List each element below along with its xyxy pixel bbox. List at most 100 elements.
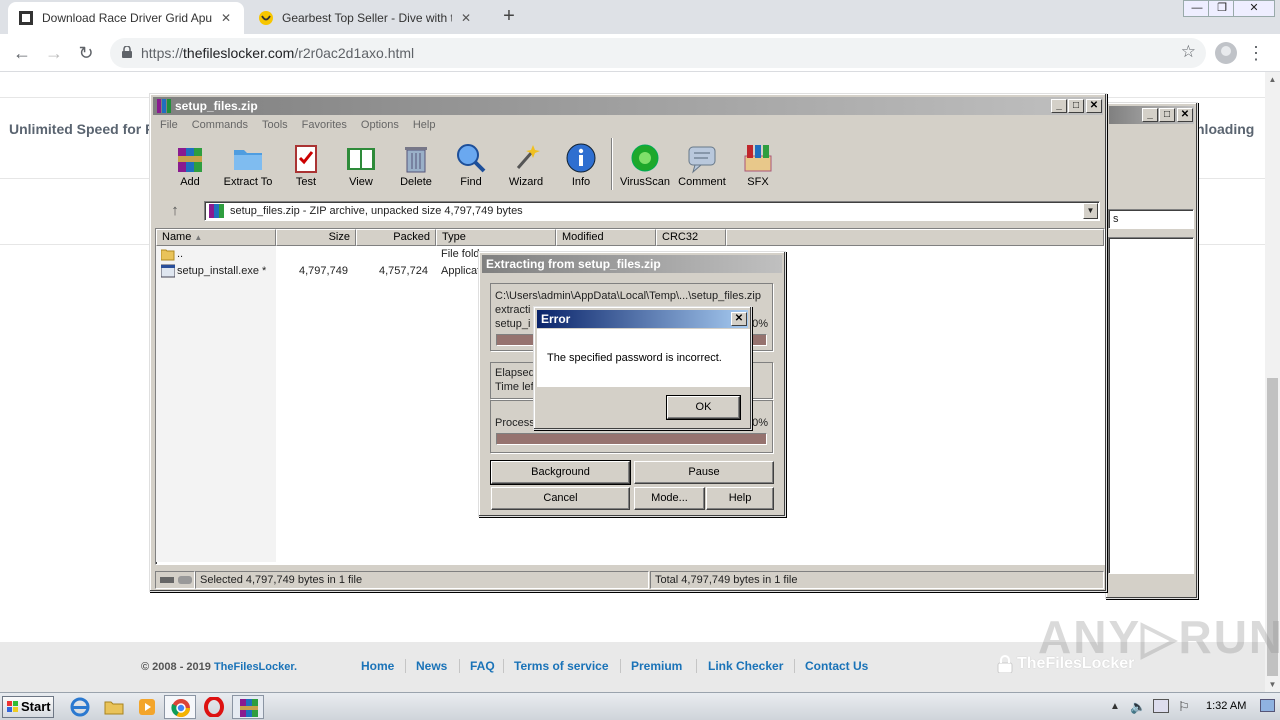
tool-sfx-button[interactable]: SFX [729, 136, 787, 188]
error-message: The specified password is incorrect. [547, 352, 722, 364]
forward-arrow-icon[interactable]: → [41, 40, 67, 66]
bg-maximize-icon[interactable]: □ [1159, 108, 1175, 122]
show-desktop-icon[interactable] [1260, 699, 1275, 712]
footer-link-contact[interactable]: Contact Us [805, 659, 868, 673]
taskbar-clock[interactable]: 1:32 AM [1206, 700, 1246, 712]
action-center-flag-icon[interactable]: ⚐ [1178, 699, 1190, 715]
archive-path-text: setup_files.zip - ZIP archive, unpacked … [230, 205, 523, 217]
windows-taskbar: Start ▲ 🔈 ⚐ 1:32 AM [0, 692, 1280, 720]
status-selected-text: Selected 4,797,749 bytes in 1 file [195, 571, 649, 589]
back-arrow-icon[interactable]: ← [9, 40, 35, 66]
error-dialog[interactable]: Error ✕ The specified password is incorr… [533, 306, 752, 430]
tool-comment-button[interactable]: Comment [673, 136, 731, 188]
tab-active[interactable]: Download Race Driver Grid Apun Ka ✕ [8, 2, 244, 34]
mode-button[interactable]: Mode... [634, 487, 705, 510]
tool-test-button[interactable]: Test [277, 136, 335, 188]
scroll-up-icon[interactable]: ▲ [1265, 72, 1280, 87]
address-bar[interactable]: https://thefileslocker.com/r2r0ac2d1axo.… [110, 38, 1206, 68]
error-close-icon[interactable]: ✕ [731, 312, 747, 326]
bg-close-icon[interactable]: ✕ [1177, 108, 1193, 122]
info-icon [566, 143, 596, 173]
winrar-maximize-icon[interactable]: □ [1068, 99, 1084, 113]
explorer-folder-icon[interactable] [104, 697, 124, 717]
menu-help[interactable]: Help [406, 116, 443, 134]
window-minimize-button[interactable]: — [1183, 0, 1211, 17]
pause-button[interactable]: Pause [634, 461, 774, 484]
window-restore-button[interactable]: ❐ [1208, 0, 1236, 17]
bg-combo-box[interactable]: s [1108, 209, 1194, 229]
tool-virusscan-button[interactable]: VirusScan [616, 136, 674, 188]
lock-logo-icon [997, 655, 1013, 673]
page-favicon-icon [19, 11, 33, 25]
menu-favorites[interactable]: Favorites [295, 116, 354, 134]
start-button[interactable]: Start [2, 696, 54, 718]
footer-link-faq[interactable]: FAQ [470, 659, 495, 673]
chrome-taskbar-button[interactable] [164, 695, 196, 719]
col-header-packed[interactable]: Packed [356, 229, 436, 246]
extract-archive-path: C:\Users\admin\AppData\Local\Temp\...\se… [495, 290, 761, 302]
trash-can-icon [405, 147, 427, 173]
reload-icon[interactable]: ↻ [73, 40, 99, 66]
magnifier-icon [457, 144, 486, 173]
col-header-modified[interactable]: Modified [556, 229, 656, 246]
col-header-name[interactable]: Name ▲ [156, 229, 276, 246]
network-icon[interactable] [1153, 699, 1169, 713]
tool-extract-button[interactable]: Extract To [219, 136, 277, 188]
col-header-size[interactable]: Size [276, 229, 356, 246]
col-header-type[interactable]: Type [436, 229, 556, 246]
tab-inactive[interactable]: Gearbest Top Seller - Dive with the C ✕ [248, 2, 484, 34]
menu-commands[interactable]: Commands [185, 116, 255, 134]
help-button[interactable]: Help [706, 487, 774, 510]
bg-minimize-icon[interactable]: _ [1142, 108, 1158, 122]
profile-avatar-icon[interactable] [1215, 42, 1237, 64]
gearbest-favicon-icon [259, 11, 273, 25]
footer-link-home[interactable]: Home [361, 659, 394, 673]
chrome-icon [171, 699, 190, 718]
footer-link-terms[interactable]: Terms of service [514, 659, 609, 673]
opera-icon[interactable] [204, 697, 224, 717]
media-player-icon[interactable] [137, 697, 157, 717]
new-tab-button[interactable]: + [498, 6, 520, 28]
tab-close-icon[interactable]: ✕ [458, 11, 474, 25]
parent-folder-icon [161, 249, 175, 261]
combo-dropdown-arrow-icon[interactable]: ▼ [1083, 203, 1098, 219]
background-button[interactable]: Background [490, 460, 631, 485]
extract-status-line: extracti [495, 304, 531, 316]
winrar-close-icon[interactable]: ✕ [1086, 99, 1102, 113]
tab-close-icon[interactable]: ✕ [218, 11, 234, 25]
tray-arrow-icon[interactable]: ▲ [1110, 701, 1120, 712]
extract-dialog-titlebar: Extracting from setup_files.zip [482, 255, 782, 273]
chrome-menu-icon[interactable]: ⋮ [1246, 42, 1266, 64]
ie-icon[interactable] [70, 697, 90, 717]
menu-options[interactable]: Options [354, 116, 406, 134]
tool-add-button[interactable]: Add [161, 136, 219, 188]
tool-view-button[interactable]: View [332, 136, 390, 188]
background-winrar-window[interactable]: _ □ ✕ s [1105, 102, 1198, 599]
drive-icons[interactable] [155, 571, 195, 589]
tool-delete-button[interactable]: Delete [387, 136, 445, 188]
tool-find-button[interactable]: Find [442, 136, 500, 188]
tool-info-button[interactable]: Info [552, 136, 610, 188]
up-folder-icon[interactable]: ↑ [162, 201, 188, 221]
footer-link-premium[interactable]: Premium [631, 659, 682, 673]
archive-path-combo[interactable]: setup_files.zip - ZIP archive, unpacked … [204, 201, 1100, 221]
volume-icon[interactable]: 🔈 [1130, 699, 1146, 715]
menu-file[interactable]: File [153, 116, 185, 134]
bookmark-star-icon[interactable]: ☆ [1181, 42, 1196, 62]
footer-link-news[interactable]: News [416, 659, 447, 673]
url-text: https://thefileslocker.com/r2r0ac2d1axo.… [141, 45, 415, 61]
menu-tools[interactable]: Tools [255, 116, 295, 134]
winrar-menubar: File Commands Tools Favorites Options He… [153, 116, 1103, 134]
footer-link-checker[interactable]: Link Checker [708, 659, 783, 673]
col-header-crc32[interactable]: CRC32 [656, 229, 726, 246]
tool-wizard-button[interactable]: Wizard [497, 136, 555, 188]
winrar-minimize-icon[interactable]: _ [1051, 99, 1067, 113]
cancel-button[interactable]: Cancel [491, 487, 630, 510]
extract-file-line: setup_i [495, 318, 531, 330]
copyright-text: © 2008 - 2019 TheFilesLocker. [141, 661, 298, 673]
window-close-button[interactable]: ✕ [1233, 0, 1275, 17]
file-percent: 0% [752, 318, 768, 330]
scroll-down-icon[interactable]: ▼ [1265, 677, 1280, 692]
winrar-taskbar-button[interactable] [232, 695, 264, 719]
ok-button[interactable]: OK [666, 395, 741, 420]
